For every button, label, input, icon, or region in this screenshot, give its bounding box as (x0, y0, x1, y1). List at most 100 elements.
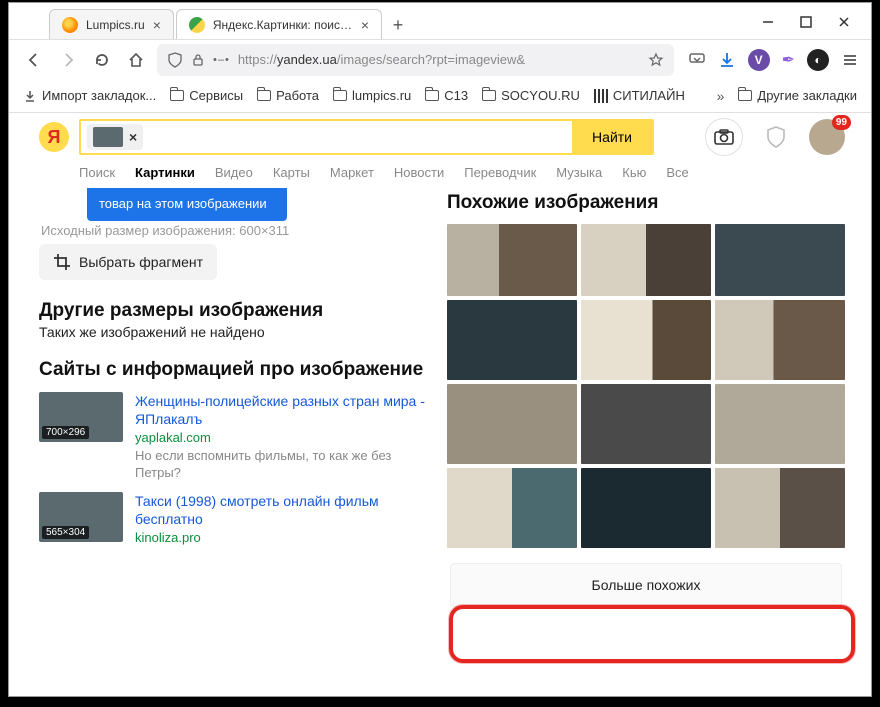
nav-images[interactable]: Картинки (135, 165, 195, 180)
tab-lumpics[interactable]: Lumpics.ru × (49, 9, 174, 39)
similar-image[interactable] (715, 468, 845, 548)
search-image-thumb (93, 127, 123, 147)
folder-icon (425, 90, 439, 101)
back-button[interactable] (21, 47, 47, 73)
bookmark-folder[interactable]: C13 (425, 88, 468, 103)
nav-music[interactable]: Музыка (556, 165, 602, 180)
nav-q[interactable]: Кью (622, 165, 646, 180)
nav-maps[interactable]: Карты (273, 165, 310, 180)
similar-image[interactable] (581, 300, 711, 380)
nav-video[interactable]: Видео (215, 165, 253, 180)
result-thumb[interactable]: 565×304 (39, 492, 123, 542)
lock-icon[interactable] (191, 53, 205, 67)
yandex-search-bar[interactable]: × Найти (79, 119, 654, 155)
url-text: https://yandex.ua/images/search?rpt=imag… (238, 52, 640, 67)
right-column: Похожие изображения (447, 188, 845, 671)
url-bar[interactable]: •–• https://yandex.ua/images/search?rpt=… (157, 44, 674, 76)
nav-search[interactable]: Поиск (79, 165, 115, 180)
search-button[interactable]: Найти (572, 121, 652, 153)
bookmark-folder[interactable]: lumpics.ru (333, 88, 411, 103)
overflow-chevron-icon[interactable]: » (717, 88, 725, 104)
image-chip: × (87, 124, 143, 150)
extension-v-icon[interactable]: V (748, 49, 770, 71)
yandex-nav: Поиск Картинки Видео Карты Маркет Новост… (9, 161, 871, 188)
pocket-icon[interactable] (688, 51, 706, 69)
hamburger-menu-icon[interactable] (841, 51, 859, 69)
page-content: Я × Найти 99 (9, 113, 871, 696)
more-row: Больше похожих (447, 560, 845, 610)
site-icon (594, 89, 608, 103)
tab-title: Яндекс.Картинки: поиск по из (213, 18, 353, 32)
similar-image[interactable] (715, 300, 845, 380)
tab-strip: Lumpics.ru × Яндекс.Картинки: поиск по и… (9, 3, 759, 39)
reload-button[interactable] (89, 47, 115, 73)
nav-translate[interactable]: Переводчик (464, 165, 536, 180)
tab-close-icon[interactable]: × (153, 17, 161, 33)
window-controls (759, 3, 871, 31)
similar-image[interactable] (447, 224, 577, 296)
folder-icon (482, 90, 496, 101)
star-icon[interactable] (648, 52, 664, 68)
titlebar: Lumpics.ru × Яндекс.Картинки: поиск по и… (9, 3, 871, 39)
similar-image[interactable] (581, 224, 711, 296)
toolbar-right: V ✒ ◐ (682, 49, 859, 71)
maximize-button[interactable] (797, 13, 815, 31)
yandex-header: Я × Найти 99 (9, 113, 871, 161)
tab-close-icon[interactable]: × (361, 17, 369, 33)
notification-badge: 99 (832, 115, 851, 130)
new-tab-button[interactable]: + (384, 11, 412, 39)
market-banner[interactable]: товар на этом изображении (87, 188, 287, 221)
other-bookmarks[interactable]: Другие закладки (738, 88, 857, 103)
tab-yandex-images[interactable]: Яндекс.Картинки: поиск по из × (176, 9, 382, 39)
bookmark-folder[interactable]: Работа (257, 88, 319, 103)
search-by-image-button[interactable] (705, 118, 743, 156)
permissions-icon[interactable]: •–• (213, 54, 230, 66)
remove-chip-icon[interactable]: × (129, 129, 137, 145)
user-avatar[interactable]: 99 (809, 119, 845, 155)
crop-button[interactable]: Выбрать фрагмент (39, 244, 217, 280)
protect-shield-icon[interactable] (765, 125, 787, 149)
result-title[interactable]: Женщины-полицейские разных стран мира - … (135, 392, 429, 428)
result-title[interactable]: Такси (1998) смотреть онлайн фильм беспл… (135, 492, 429, 528)
import-bookmarks[interactable]: Импорт закладок... (23, 88, 156, 103)
bookmark-folder[interactable]: SOCYOU.RU (482, 88, 580, 103)
similar-image[interactable] (581, 468, 711, 548)
extension-feather-icon[interactable]: ✒ (782, 50, 795, 70)
close-button[interactable] (835, 13, 853, 31)
source-size-text: Исходный размер изображения: 600×311 (41, 223, 429, 238)
similar-image[interactable] (447, 300, 577, 380)
results-columns: товар на этом изображении Исходный разме… (9, 188, 871, 671)
yandex-logo[interactable]: Я (39, 122, 69, 152)
bookmark-item[interactable]: СИТИЛАЙН (594, 88, 685, 103)
similar-image[interactable] (447, 468, 577, 548)
nav-market[interactable]: Маркет (330, 165, 374, 180)
favicon-yandex (189, 17, 205, 33)
similar-image[interactable] (581, 384, 711, 464)
site-result: 700×296 Женщины-полицейские разных стран… (39, 392, 429, 482)
header-extras: 99 (705, 118, 845, 156)
result-domain: yaplakal.com (135, 430, 429, 445)
camera-icon (714, 129, 734, 145)
nav-news[interactable]: Новости (394, 165, 444, 180)
similar-heading: Похожие изображения (447, 188, 845, 224)
similar-grid (447, 224, 845, 548)
more-similar-button[interactable]: Больше похожих (450, 563, 842, 607)
result-desc: Но если вспомнить фильмы, то как же без … (135, 448, 429, 482)
extension-dark-icon[interactable]: ◐ (807, 49, 829, 71)
favicon-lumpics (62, 17, 78, 33)
folder-icon (333, 90, 347, 101)
result-thumb[interactable]: 700×296 (39, 392, 123, 442)
similar-image[interactable] (715, 224, 845, 296)
similar-image[interactable] (715, 384, 845, 464)
dim-badge: 565×304 (42, 526, 89, 539)
similar-image[interactable] (447, 384, 577, 464)
minimize-button[interactable] (759, 13, 777, 31)
forward-button[interactable] (55, 47, 81, 73)
site-result: 565×304 Такси (1998) смотреть онлайн фил… (39, 492, 429, 545)
download-icon[interactable] (718, 51, 736, 69)
home-button[interactable] (123, 47, 149, 73)
nav-all[interactable]: Все (666, 165, 688, 180)
tracking-shield-icon[interactable] (167, 52, 183, 68)
bookmark-folder[interactable]: Сервисы (170, 88, 243, 103)
nav-toolbar: •–• https://yandex.ua/images/search?rpt=… (9, 39, 871, 79)
